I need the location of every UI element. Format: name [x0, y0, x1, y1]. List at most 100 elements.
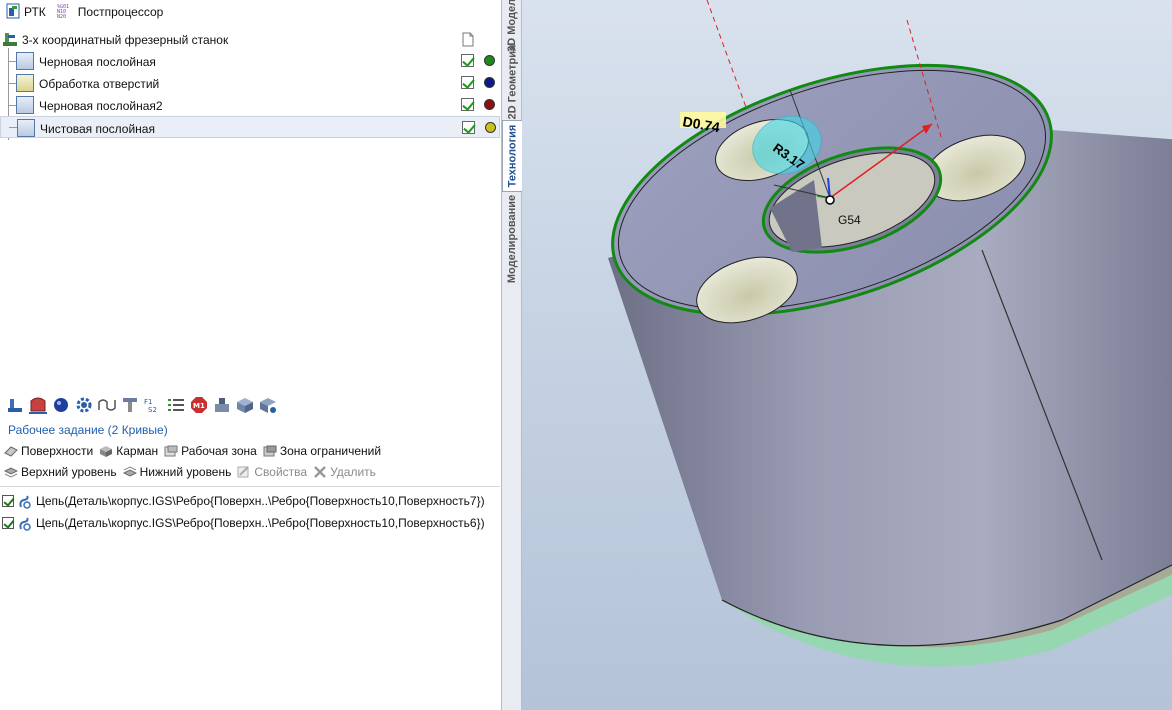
operations-tree: 3-х координатный фрезерный станок Чернов…: [0, 28, 500, 140]
surfaces-button[interactable]: Поверхности: [4, 444, 93, 458]
tree-root-machine[interactable]: 3-х координатный фрезерный станок: [0, 28, 500, 50]
tool-icon[interactable]: [121, 396, 139, 414]
enabled-checkbox[interactable]: [461, 76, 474, 89]
work-zone-icon: [164, 445, 178, 457]
surfaces-icon: [4, 445, 18, 457]
work-zone-label: Рабочая зона: [181, 444, 257, 458]
operation-label: Обработка отверстий: [39, 77, 160, 91]
svg-text:F1: F1: [144, 398, 152, 406]
stock-box-icon[interactable]: [236, 396, 254, 414]
restriction-zone-icon: [263, 445, 277, 457]
curve-label: Цепь(Деталь\корпус.IGS\Ребро{Поверхн..\Р…: [36, 494, 485, 508]
finish-milling-icon: [17, 119, 35, 137]
list-icon[interactable]: [167, 396, 185, 414]
bottom-level-button[interactable]: Нижний уровень: [122, 465, 232, 479]
properties-icon: [237, 466, 251, 478]
tab-modeling-label: Моделирование: [506, 194, 519, 284]
nc-code-icon: %G01 N10 N20: [56, 2, 74, 23]
tree-operation-row[interactable]: Обработка отверстий: [0, 72, 500, 94]
feed-speed-icon[interactable]: F1 S2: [144, 396, 162, 414]
workpiece-icon[interactable]: [29, 396, 47, 414]
delete-button[interactable]: Удалить: [313, 465, 376, 479]
top-level-button[interactable]: Верхний уровень: [3, 465, 117, 479]
pocket-button[interactable]: Карман: [99, 444, 158, 458]
parameters-toolbar: F1 S2 M1: [6, 394, 277, 416]
rtk-icon: [6, 3, 20, 22]
status-dot: [484, 99, 495, 110]
chain-curve-icon: [18, 517, 32, 531]
work-zone-button[interactable]: Рабочая зона: [164, 444, 257, 458]
delete-label: Удалить: [330, 465, 376, 479]
level-actions-row: Верхний уровень Нижний уровень Свойства …: [3, 465, 376, 479]
chain-curve-icon: [18, 495, 32, 509]
sphere-icon[interactable]: [52, 396, 70, 414]
work-task-header: Рабочее задание (2 Кривые): [8, 423, 168, 437]
tab-2d-geometry[interactable]: 2D Геометрия: [502, 44, 522, 120]
curve-row[interactable]: Цепь(Деталь\корпус.IGS\Ребро{Поверхн..\Р…: [2, 512, 500, 534]
operation-label: Черновая послойная: [39, 55, 156, 69]
tree-operation-row[interactable]: Черновая послойная2: [0, 94, 500, 116]
enabled-checkbox[interactable]: [462, 121, 475, 134]
pocket-label: Карман: [116, 444, 159, 458]
drilling-icon: [16, 74, 34, 92]
svg-text:M1: M1: [193, 402, 205, 410]
enabled-checkbox[interactable]: [461, 98, 474, 111]
bottom-level-icon: [122, 466, 137, 478]
tree-connector: [8, 61, 16, 62]
curve-label: Цепь(Деталь\корпус.IGS\Ребро{Поверхн..\Р…: [36, 516, 485, 530]
toolpath-icon[interactable]: [98, 396, 116, 414]
gear-icon[interactable]: [75, 396, 93, 414]
tab-2d-geometry-label: 2D Геометрия: [506, 44, 519, 120]
curve-checkbox[interactable]: [2, 517, 14, 529]
status-dot: [485, 122, 496, 133]
vertical-tabs: 3D Модель 2D Геометрия Технология Модели…: [502, 0, 522, 710]
postprocessor-label: Постпроцессор: [77, 5, 164, 19]
top-level-icon: [3, 466, 19, 478]
origin-label: G54: [838, 213, 861, 227]
milling-machine-icon: [2, 31, 18, 50]
machine-icon[interactable]: [6, 396, 24, 414]
3d-scene: D0.74 R3.17 G54: [608, 0, 1172, 667]
status-dot: [484, 55, 495, 66]
svg-text:S2: S2: [148, 406, 157, 414]
left-panel: РТК %G01 N10 N20 Постпроцессор 3-х координ…: [0, 0, 502, 710]
properties-button[interactable]: Свойства: [237, 465, 307, 479]
enabled-checkbox[interactable]: [461, 54, 474, 67]
restriction-zone-label: Зона ограничений: [279, 444, 382, 458]
bottom-level-label: Нижний уровень: [139, 465, 232, 479]
curve-list: Цепь(Деталь\корпус.IGS\Ребро{Поверхн..\Р…: [2, 490, 500, 534]
rtk-button[interactable]: РТК: [3, 1, 49, 23]
tab-modeling[interactable]: Моделирование: [502, 192, 522, 286]
fixture-icon[interactable]: [213, 396, 231, 414]
document-icon[interactable]: [462, 32, 474, 50]
tree-root-label: 3-х координатный фрезерный станок: [22, 33, 229, 47]
tab-3d-model[interactable]: 3D Модель: [502, 0, 522, 52]
tree-connector: [8, 105, 16, 106]
postprocessor-button[interactable]: %G01 N10 N20 Постпроцессор: [53, 1, 167, 23]
tree-connector: [9, 127, 17, 128]
layer-milling-icon: [16, 52, 34, 70]
pocket-icon: [99, 445, 113, 457]
tab-technology[interactable]: Технология: [502, 120, 522, 192]
operation-label: Черновая послойная2: [39, 99, 163, 113]
tree-operation-row-selected[interactable]: Чистовая послойная: [0, 116, 500, 138]
tree-operation-row[interactable]: Черновая послойная: [0, 50, 500, 72]
simulation-icon[interactable]: [259, 396, 277, 414]
hole-axis-line: [706, 0, 748, 111]
properties-label: Свойства: [254, 465, 308, 479]
curve-row[interactable]: Цепь(Деталь\корпус.IGS\Ребро{Поверхн..\Р…: [2, 490, 500, 512]
delete-icon: [313, 466, 327, 478]
restriction-zone-button[interactable]: Зона ограничений: [263, 444, 381, 458]
status-dot: [484, 77, 495, 88]
m1-stop-icon[interactable]: M1: [190, 396, 208, 414]
top-level-label: Верхний уровень: [21, 465, 117, 479]
layer-milling-icon: [16, 96, 34, 114]
rtk-label: РТК: [24, 5, 46, 19]
curve-checkbox[interactable]: [2, 495, 14, 507]
surfaces-label: Поверхности: [21, 444, 94, 458]
separator: [0, 486, 500, 487]
svg-text:N20: N20: [57, 14, 66, 20]
tree-connector: [8, 83, 16, 84]
3d-viewport[interactable]: D0.74 R3.17 G54: [522, 0, 1172, 710]
top-toolbar: РТК %G01 N10 N20 Постпроцессор: [0, 0, 502, 24]
